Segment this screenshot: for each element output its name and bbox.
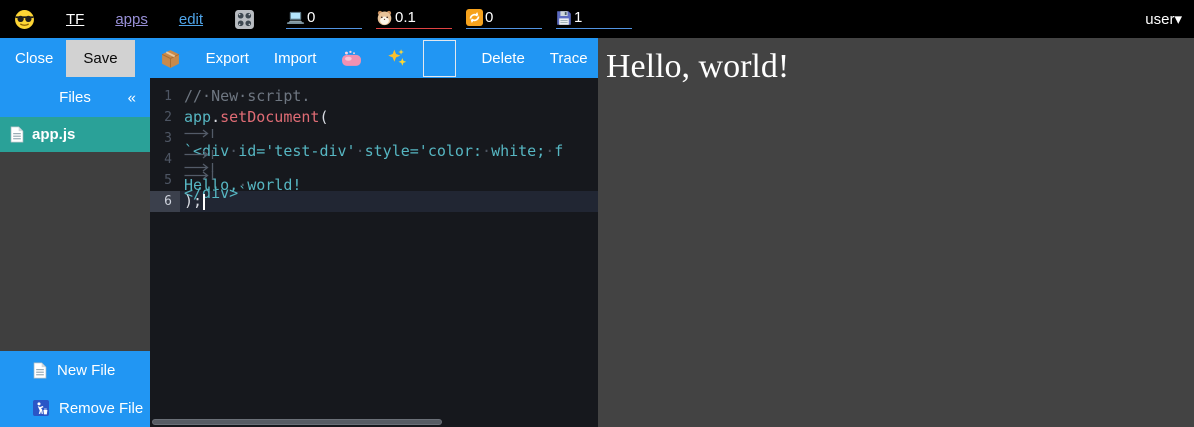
- save-counter-value: 1: [574, 9, 582, 26]
- line-number: 2: [150, 107, 180, 128]
- refresh-icon: [466, 9, 483, 26]
- hamster-counter-value: 0.1: [395, 9, 416, 26]
- code-token: );: [184, 192, 202, 210]
- navbar-counters: 0 0.1: [286, 9, 632, 29]
- file-document-icon: [10, 126, 24, 143]
- new-file-icon: [33, 362, 47, 379]
- code-line[interactable]: //·New·script.: [180, 86, 598, 107]
- code-token: //·New·script.: [184, 87, 310, 105]
- control-knobs-icon[interactable]: [234, 9, 255, 30]
- toolbar-box-input[interactable]: [423, 40, 456, 77]
- soap-icon[interactable]: [341, 50, 362, 67]
- workspace: Files « app.j: [0, 78, 598, 427]
- preview-pane: Hello, world!: [598, 38, 1194, 427]
- delete-button[interactable]: Delete: [481, 50, 524, 67]
- save-counter-field[interactable]: 1: [556, 9, 632, 29]
- code-token: id='test-div': [238, 142, 355, 160]
- new-file-label: New File: [57, 362, 115, 379]
- cpu-counter-value: 0: [307, 9, 315, 26]
- app-window: TF apps edit: [0, 0, 1194, 427]
- code-token: .: [211, 108, 220, 126]
- new-file-button[interactable]: New File: [0, 351, 150, 389]
- tab-whitespace-mark: [184, 128, 214, 139]
- code-line[interactable]: `<div·id='test-div'·style='color:·white;…: [180, 128, 598, 149]
- refresh-counter-value: 0: [485, 9, 493, 26]
- trace-button[interactable]: Trace: [550, 50, 588, 67]
- nav-link-apps[interactable]: apps: [115, 11, 148, 28]
- gutter: 123456: [150, 86, 180, 427]
- ide-panel: Close Save Export Import: [0, 38, 598, 427]
- line-number: 1: [150, 86, 180, 107]
- close-button[interactable]: Close: [15, 50, 53, 67]
- code-lines[interactable]: //·New·script.app.setDocument(`<div·id='…: [180, 86, 598, 427]
- space-whitespace-mark: ·: [229, 142, 238, 160]
- export-button[interactable]: Export: [206, 50, 249, 67]
- hamster-icon: [376, 9, 393, 26]
- package-icon[interactable]: [160, 48, 181, 69]
- litter-bin-icon: [33, 400, 49, 416]
- file-item-appjs[interactable]: app.js: [0, 117, 150, 152]
- line-number: 6: [150, 191, 180, 212]
- nav-link-edit[interactable]: edit: [179, 11, 203, 28]
- line-number: 4: [150, 149, 180, 170]
- code-token: setDocument: [220, 108, 319, 126]
- laptop-icon: [286, 11, 305, 25]
- line-number: 3: [150, 128, 180, 149]
- sidebar-filler: [0, 152, 150, 351]
- floppy-icon: [556, 10, 572, 26]
- code-token: app: [184, 108, 211, 126]
- code-token: f: [554, 142, 563, 160]
- text-cursor: [203, 194, 205, 210]
- top-navbar: TF apps edit: [0, 0, 1194, 38]
- refresh-counter-field[interactable]: 0: [466, 9, 542, 29]
- code-token: (: [319, 108, 328, 126]
- space-whitespace-mark: ·: [545, 142, 554, 160]
- code-token: world!: [247, 176, 301, 194]
- remove-file-label: Remove File: [59, 400, 143, 417]
- code-token: white;: [491, 142, 545, 160]
- space-whitespace-mark: ·: [356, 142, 365, 160]
- code-line[interactable]: app.setDocument(: [180, 107, 598, 128]
- file-item-label: app.js: [32, 126, 75, 143]
- import-button[interactable]: Import: [274, 50, 317, 67]
- editor-toolbar: Close Save Export Import: [0, 38, 598, 78]
- sparkles-icon[interactable]: [387, 48, 408, 69]
- horizontal-scrollbar-thumb[interactable]: [152, 419, 442, 425]
- hamster-counter-field[interactable]: 0.1: [376, 9, 452, 29]
- nav-link-tf[interactable]: TF: [66, 11, 84, 28]
- files-header: Files «: [0, 78, 150, 117]
- save-button[interactable]: Save: [66, 40, 134, 77]
- code-editor[interactable]: 123456 //·New·script.app.setDocument(`<d…: [150, 78, 598, 427]
- cpu-counter-field[interactable]: 0: [286, 9, 362, 29]
- remove-file-button[interactable]: Remove File: [0, 389, 150, 427]
- files-sidebar: Files « app.j: [0, 78, 150, 427]
- user-menu[interactable]: user▾: [1145, 10, 1182, 28]
- files-header-label: Files: [59, 89, 91, 106]
- preview-text: Hello, world!: [606, 48, 1194, 86]
- line-number: 5: [150, 170, 180, 191]
- collapse-sidebar-button[interactable]: «: [128, 89, 136, 106]
- code-token: `<div: [184, 142, 229, 160]
- code-token: style='color:: [365, 142, 482, 160]
- space-whitespace-mark: ·: [482, 142, 491, 160]
- sunglasses-face-icon[interactable]: [14, 9, 35, 30]
- main-area: Close Save Export Import: [0, 38, 1194, 427]
- navbar-left: TF apps edit: [14, 9, 255, 30]
